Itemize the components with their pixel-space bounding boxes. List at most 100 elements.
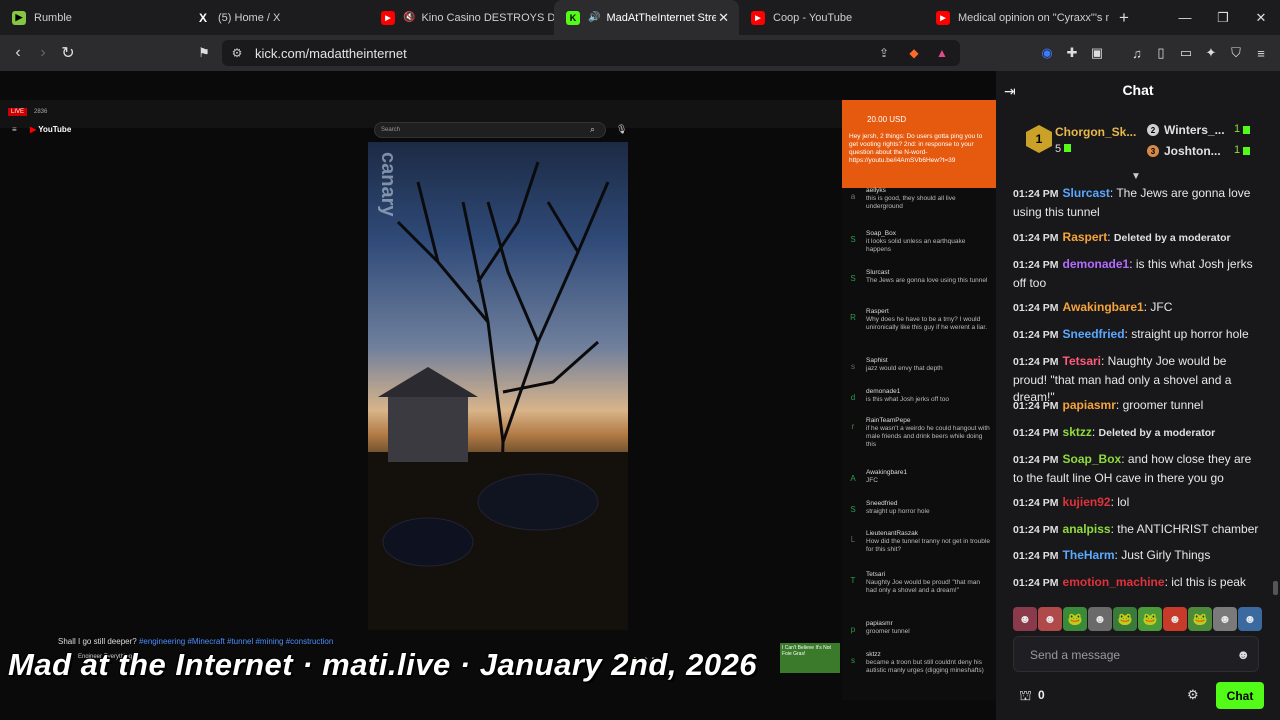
emote-bar: ☻ ☻ 🐸 ☻ 🐸 🐸 ☻ 🐸 ☻ ☻	[1013, 607, 1271, 631]
message-username[interactable]: sktzz	[1063, 425, 1092, 439]
close-tab-icon[interactable]: ✕	[718, 10, 729, 26]
message-username[interactable]: TheHarm	[1063, 548, 1115, 562]
bookmark-icon[interactable]: ⚑	[194, 43, 214, 63]
leaderboard-user-2[interactable]: Winters_...	[1164, 123, 1225, 137]
emote[interactable]: ☻	[1213, 607, 1237, 631]
emote[interactable]: 🐸	[1113, 607, 1137, 631]
live-badge: LIVE	[8, 108, 28, 116]
yt-username: aellyks	[866, 187, 886, 194]
search-icon: ⌕	[590, 124, 596, 134]
tab-coop-youtube[interactable]: ▶ Coop - YouTube	[739, 0, 924, 35]
chat-message: 01:24 PM Raspert: Deleted by a moderator	[1013, 229, 1263, 248]
share-icon[interactable]: ⇪	[875, 44, 893, 62]
avatar: p	[850, 624, 856, 634]
avatar: d	[850, 392, 856, 402]
message-username[interactable]: demonade1	[1063, 257, 1130, 271]
emote[interactable]: 🐸	[1188, 607, 1212, 631]
youtube-icon: ▶	[936, 10, 950, 25]
chat-scrollbar[interactable]	[1273, 581, 1278, 595]
tab-madattheinternet[interactable]: K 🔊 MadAtTheInternet Stream ✕	[554, 0, 739, 35]
message-username[interactable]: emotion_machine	[1063, 575, 1165, 589]
reload-icon[interactable]: ↻	[58, 43, 78, 63]
tab-title: (5) Home / X	[218, 11, 281, 24]
avatar: a	[850, 191, 856, 201]
channel-points-icon[interactable]: ⛫	[1019, 687, 1032, 706]
message-username[interactable]: Tetsari	[1063, 354, 1101, 368]
youtube-search: Search	[374, 122, 606, 138]
sidebar-icon[interactable]: ▯	[1152, 44, 1170, 62]
emote[interactable]: ☻	[1163, 607, 1187, 631]
message-timestamp: 01:24 PM	[1013, 577, 1059, 589]
youtube-icon: ▶	[751, 10, 765, 25]
chat-message: 01:24 PM Soap_Box: and how close they are…	[1013, 451, 1263, 487]
emote[interactable]: ☻	[1238, 607, 1262, 631]
muted-speaker-icon[interactable]: 🔇	[403, 12, 415, 23]
username-colon: :	[1101, 354, 1108, 368]
emote[interactable]: ☻	[1088, 607, 1112, 631]
screenshot-icon[interactable]: ▣	[1088, 44, 1106, 62]
tab-kino-casino[interactable]: ▶ 🔇 Kino Casino DESTROYS DSP	[369, 0, 554, 35]
extensions-icon[interactable]: ✚	[1063, 44, 1081, 62]
leaderboard-count-2: 1	[1234, 123, 1241, 135]
message-username[interactable]: Awakingbare1	[1063, 300, 1144, 314]
message-timestamp: 01:24 PM	[1013, 400, 1059, 412]
message-username[interactable]: Slurcast	[1063, 186, 1110, 200]
leaderboard-user-1[interactable]: Chorgon_Sk...	[1055, 125, 1136, 139]
gift-icon	[1064, 144, 1072, 152]
brave-shields-icon[interactable]: ◆	[905, 44, 923, 62]
chat-message: 01:24 PM Sneedfried: straight up horror h…	[1013, 326, 1263, 345]
message-username[interactable]: Raspert	[1063, 230, 1108, 244]
yt-username: LieutenantRaszak	[866, 530, 919, 537]
emoji-picker-icon[interactable]: ☻	[1236, 647, 1250, 662]
window-close-icon[interactable]: ✕	[1242, 0, 1280, 35]
media-icon[interactable]: ♫	[1128, 44, 1146, 62]
emote[interactable]: 🐸	[1063, 607, 1087, 631]
message-text: straight up horror hole	[1131, 327, 1249, 341]
speaker-icon[interactable]: 🔊	[588, 12, 600, 23]
minimize-icon[interactable]: —	[1166, 0, 1204, 35]
chat-message: 01:24 PM emotion_machine: icl this is pea…	[1013, 574, 1263, 593]
emote[interactable]: ☻	[1038, 607, 1062, 631]
maximize-icon[interactable]: ❐	[1204, 0, 1242, 35]
message-username[interactable]: Soap_Box	[1063, 452, 1122, 466]
send-chat-button[interactable]: Chat	[1216, 682, 1264, 709]
brave-rewards-icon[interactable]: ▲	[933, 44, 951, 62]
yt-username: Soap_Box	[866, 230, 896, 237]
vpn-shield-icon[interactable]: ⛉	[1227, 44, 1245, 62]
vpn-icon[interactable]: ◉	[1038, 44, 1056, 62]
emote[interactable]: ☻	[1013, 607, 1037, 631]
message-timestamp: 01:24 PM	[1013, 454, 1059, 466]
message-username[interactable]: analpiss	[1063, 522, 1111, 536]
stream-watermark: Mad at the Internet · mati.live · Januar…	[8, 647, 758, 682]
back-icon[interactable]: ‹	[8, 43, 28, 63]
avatar: S	[850, 273, 856, 283]
tab-rumble[interactable]: ▶ Rumble	[0, 0, 184, 35]
new-tab-icon[interactable]: +	[1109, 8, 1139, 28]
tab-x[interactable]: X (5) Home / X	[184, 0, 369, 35]
yt-message-text: Naughty Joe would be proud! "that man ha…	[866, 579, 980, 594]
address-bar[interactable]: ⚙ kick.com/madattheinternet ⇪ ◆ ▲	[222, 40, 960, 66]
message-timestamp: 01:24 PM	[1013, 524, 1059, 536]
message-input[interactable]: Send a message ☻	[1013, 636, 1259, 672]
pinned-expand-icon[interactable]: ▼	[1131, 171, 1141, 182]
wallet-icon[interactable]: ▭	[1177, 44, 1195, 62]
message-username[interactable]: Sneedfried	[1063, 327, 1125, 341]
site-settings-icon[interactable]: ⚙	[228, 44, 246, 62]
yt-message-text: jazz would envy that depth	[866, 365, 943, 372]
message-username[interactable]: papiasmr	[1063, 398, 1116, 412]
forward-icon[interactable]: ›	[33, 43, 53, 63]
username-colon: :	[1115, 398, 1123, 412]
emote[interactable]: 🐸	[1138, 607, 1162, 631]
x-icon: X	[198, 10, 207, 25]
tab-medical-opinion[interactable]: ▶ Medical opinion on "Cyraxx"'s m	[924, 0, 1109, 35]
video-player[interactable]: LIVE 2836 ≡ ▶ YouTube Search ⌕ 🎙 canary …	[0, 71, 996, 720]
message-timestamp: 01:24 PM	[1013, 550, 1059, 562]
message-username[interactable]: kujien92	[1063, 495, 1111, 509]
leaderboard-user-3[interactable]: Joshton...	[1164, 144, 1221, 158]
chat-settings-icon[interactable]: ⚙	[1187, 687, 1199, 703]
ad-thumbnail: I Can't Believe It's Not Foie Gras!	[780, 643, 840, 673]
menu-icon[interactable]: ≡	[1252, 44, 1270, 62]
message-timestamp: 01:24 PM	[1013, 259, 1059, 271]
leo-ai-icon[interactable]: ✦	[1202, 44, 1220, 62]
avatar: L	[850, 534, 856, 544]
